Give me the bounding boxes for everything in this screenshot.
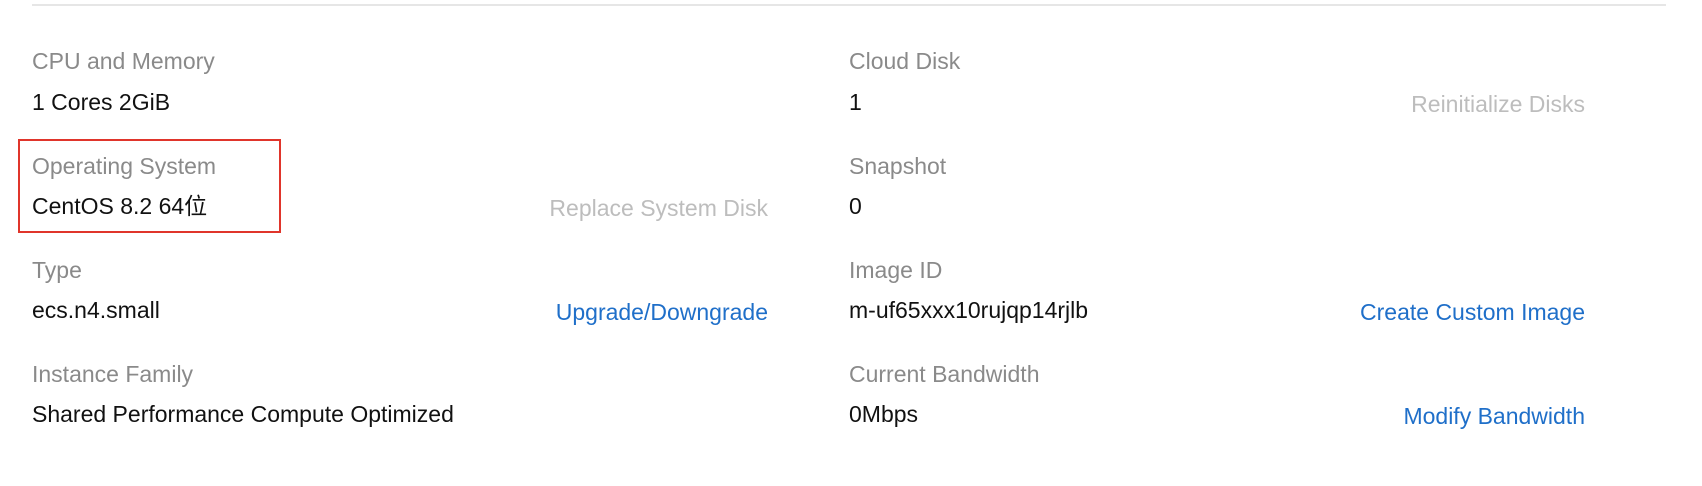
current-bandwidth-value: 0Mbps (849, 401, 919, 427)
instance-config-panel: CPU and Memory 1 Cores 2GiB Operating Sy… (0, 0, 1702, 486)
operating-system-label: Operating System (32, 153, 217, 179)
top-divider (32, 4, 1666, 6)
reinitialize-disks-button[interactable]: Reinitialize Disks (1411, 90, 1585, 118)
instance-family-label: Instance Family (32, 361, 194, 387)
cloud-disk-value: 1 (849, 89, 862, 115)
replace-system-disk-button[interactable]: Replace System Disk (549, 194, 768, 222)
cpu-memory-label: CPU and Memory (32, 48, 215, 74)
image-id-label: Image ID (849, 257, 943, 283)
upgrade-downgrade-link[interactable]: Upgrade/Downgrade (556, 298, 768, 326)
type-value: ecs.n4.small (32, 297, 160, 323)
snapshot-value: 0 (849, 193, 862, 219)
create-custom-image-link[interactable]: Create Custom Image (1360, 298, 1585, 326)
current-bandwidth-label: Current Bandwidth (849, 361, 1040, 387)
operating-system-value: CentOS 8.2 64位 (32, 193, 208, 219)
cpu-memory-value: 1 Cores 2GiB (32, 89, 171, 115)
image-id-value: m-uf65xxx10rujqp14rjlb (849, 297, 1089, 323)
snapshot-label: Snapshot (849, 153, 947, 179)
instance-family-value: Shared Performance Compute Optimized (32, 401, 454, 427)
modify-bandwidth-link[interactable]: Modify Bandwidth (1403, 402, 1585, 430)
cloud-disk-label: Cloud Disk (849, 48, 961, 74)
type-label: Type (32, 257, 82, 283)
